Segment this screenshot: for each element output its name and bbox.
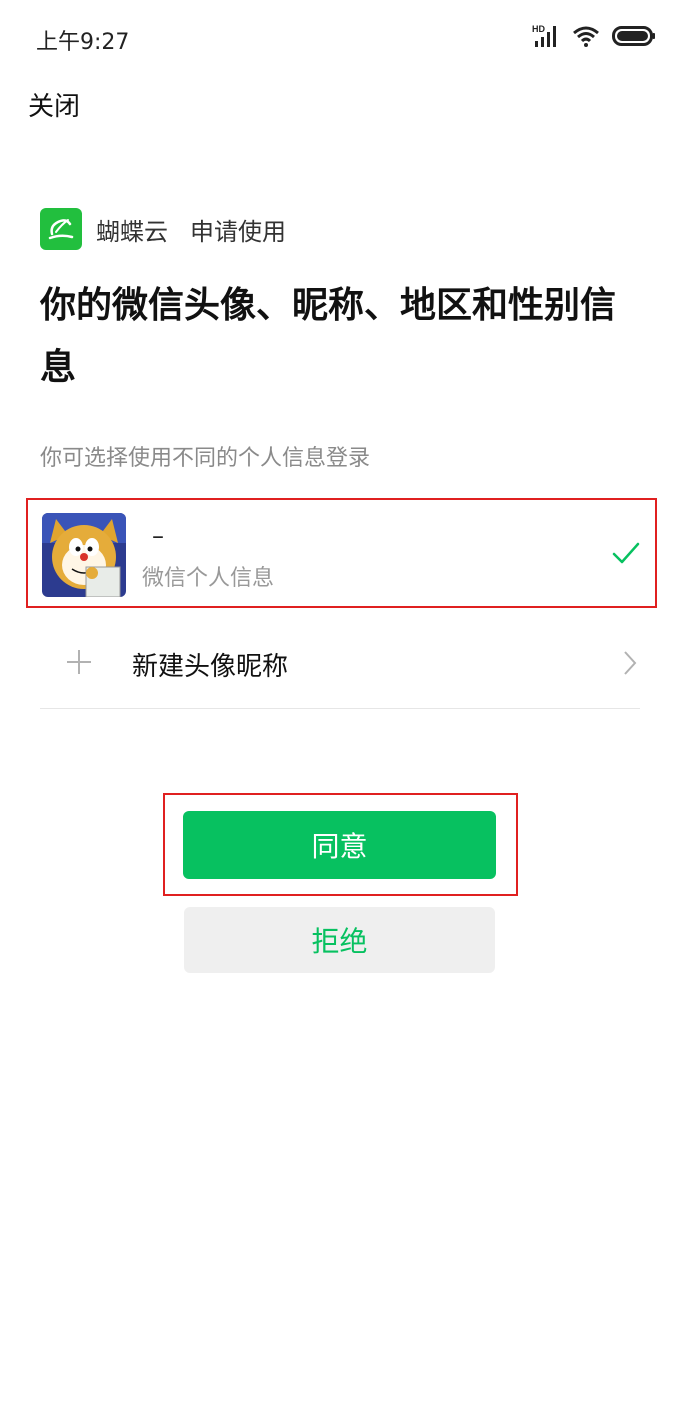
app-request-text: 申请使用 [190, 217, 286, 246]
app-name: 蝴蝶云 [96, 217, 168, 246]
profile-name: – [152, 522, 164, 550]
profile-description: 微信个人信息 [142, 566, 275, 591]
wechat-profile-option[interactable]: – 微信个人信息 [26, 498, 657, 608]
app-logo-icon [40, 208, 82, 250]
wifi-icon [573, 26, 599, 47]
status-icons: HD [532, 22, 656, 50]
chevron-right-icon [624, 651, 637, 675]
agree-button[interactable]: 同意 [183, 811, 496, 879]
new-avatar-nickname-label: 新建头像昵称 [132, 652, 289, 682]
battery-icon [612, 26, 655, 46]
check-icon [612, 542, 640, 564]
new-avatar-nickname-option[interactable]: 新建头像昵称 [40, 616, 640, 709]
network-type-label: HD [532, 24, 545, 34]
page-subtitle: 你可选择使用不同的个人信息登录 [40, 446, 371, 471]
plus-icon [67, 650, 91, 674]
status-bar: 上午9:27 HD [0, 0, 680, 72]
close-button[interactable]: 关闭 [28, 86, 80, 123]
signal-icon: HD [532, 24, 556, 47]
status-time: 上午9:27 [36, 30, 130, 55]
page-title: 你的微信头像、昵称、地区和性别信息 [40, 285, 617, 388]
avatar [42, 513, 126, 597]
app-request-row: 蝴蝶云 申请使用 [40, 208, 286, 250]
reject-button[interactable]: 拒绝 [184, 907, 495, 973]
